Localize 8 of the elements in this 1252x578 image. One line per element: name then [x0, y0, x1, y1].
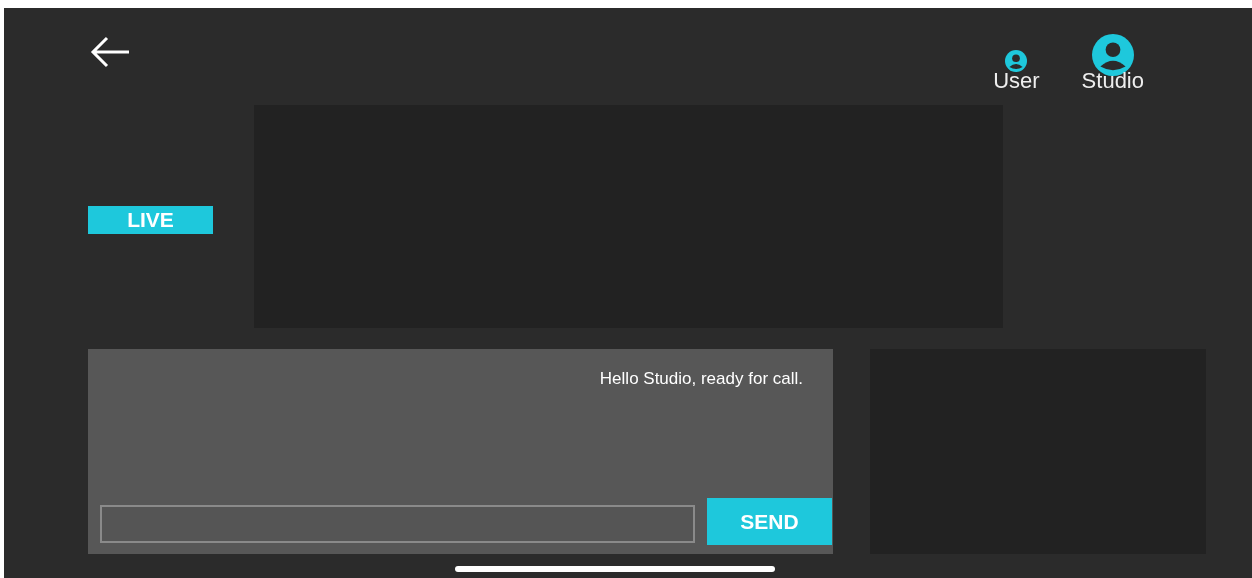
participant-name: User [993, 70, 1040, 92]
participant-name: Studio [1081, 70, 1144, 92]
send-button[interactable]: SEND [707, 498, 832, 545]
chat-message: Hello Studio, ready for call. [599, 369, 803, 389]
back-arrow-icon [89, 36, 131, 68]
back-button[interactable] [88, 36, 132, 68]
live-badge: LIVE [88, 205, 213, 234]
message-input[interactable] [100, 505, 695, 543]
